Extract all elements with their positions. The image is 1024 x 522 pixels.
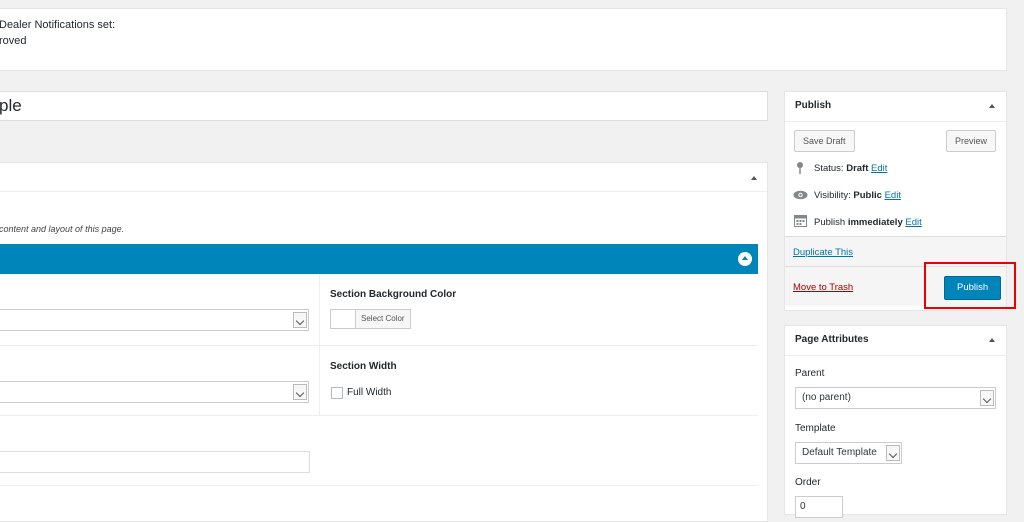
builder-header[interactable] bbox=[0, 163, 767, 192]
publish-value: immediately bbox=[847, 217, 903, 228]
status-row: Status: Draft Edit bbox=[814, 163, 887, 174]
visibility-value: Public bbox=[853, 190, 882, 201]
chevron-down-icon bbox=[886, 445, 900, 461]
parent-label: Parent bbox=[795, 368, 825, 379]
template-label: Template bbox=[795, 423, 836, 434]
color-swatch[interactable] bbox=[330, 309, 356, 329]
section-bg-color-label: Section Background Color bbox=[330, 289, 457, 300]
page-attributes-header[interactable]: Page Attributes bbox=[785, 326, 1006, 356]
order-label: Order bbox=[795, 477, 821, 488]
parent-value: (no parent) bbox=[802, 392, 851, 403]
order-input[interactable]: 0 bbox=[795, 496, 843, 518]
page-attributes-title: Page Attributes bbox=[795, 334, 869, 345]
status-value: Draft bbox=[846, 163, 869, 174]
template-value: Default Template bbox=[802, 447, 877, 458]
parent-select[interactable]: (no parent) bbox=[795, 387, 996, 409]
section-row-1: Section Background Color Select Color bbox=[0, 274, 758, 346]
edit-status-link[interactable]: Edit bbox=[871, 163, 887, 174]
pin-icon bbox=[797, 162, 803, 174]
duplicate-this-link[interactable]: Duplicate This bbox=[793, 247, 853, 258]
chevron-down-icon bbox=[293, 312, 307, 328]
section-row-3 bbox=[0, 416, 758, 486]
save-draft-button[interactable]: Save Draft bbox=[794, 130, 855, 152]
page-builder-metabox: content and layout of this page. Section… bbox=[0, 162, 768, 522]
template-select[interactable]: Default Template bbox=[795, 442, 902, 464]
section-text-input[interactable] bbox=[0, 451, 310, 473]
full-width-checkbox[interactable] bbox=[331, 387, 343, 399]
publish-title: Publish bbox=[795, 100, 832, 111]
notice-line-2: roved bbox=[0, 35, 27, 47]
post-title-input[interactable]: ple bbox=[0, 91, 768, 121]
edit-date-link[interactable]: Edit bbox=[905, 217, 921, 228]
publish-label: Publish bbox=[814, 217, 848, 228]
section-header-bar[interactable] bbox=[0, 244, 758, 274]
notice-box: Dealer Notifications set: roved bbox=[0, 8, 1007, 71]
page-attributes-metabox: Page Attributes Parent (no parent) Templ… bbox=[784, 325, 1007, 518]
full-width-label: Full Width bbox=[347, 387, 392, 398]
collapse-icon[interactable] bbox=[989, 104, 995, 108]
order-value: 0 bbox=[800, 501, 806, 512]
publish-header[interactable]: Publish bbox=[785, 92, 1006, 122]
select-color-button[interactable]: Select Color bbox=[355, 309, 411, 329]
section-width-label: Section Width bbox=[330, 361, 397, 372]
preview-button[interactable]: Preview bbox=[946, 130, 997, 152]
section-select-2[interactable] bbox=[0, 381, 309, 403]
collapse-section-icon[interactable] bbox=[738, 252, 752, 266]
highlight-box bbox=[924, 262, 1016, 309]
chevron-down-icon bbox=[980, 390, 994, 406]
notice-line-1: Dealer Notifications set: bbox=[0, 19, 116, 31]
status-label: Status: bbox=[814, 163, 847, 174]
collapse-icon[interactable] bbox=[751, 176, 757, 180]
eye-icon bbox=[793, 190, 808, 200]
edit-visibility-link[interactable]: Edit bbox=[885, 190, 901, 201]
move-to-trash-link[interactable]: Move to Trash bbox=[793, 282, 853, 293]
calendar-icon bbox=[794, 215, 807, 227]
collapse-icon[interactable] bbox=[989, 338, 995, 342]
post-title-text: ple bbox=[0, 96, 22, 115]
chevron-down-icon bbox=[293, 384, 307, 400]
visibility-row: Visibility: Public Edit bbox=[814, 190, 901, 201]
section-select-1[interactable] bbox=[0, 309, 309, 331]
publish-date-row: Publish immediately Edit bbox=[814, 217, 922, 228]
builder-description: content and layout of this page. bbox=[0, 224, 125, 234]
visibility-label: Visibility: bbox=[814, 190, 854, 201]
section-row-2: Section Width Full Width bbox=[0, 346, 758, 416]
